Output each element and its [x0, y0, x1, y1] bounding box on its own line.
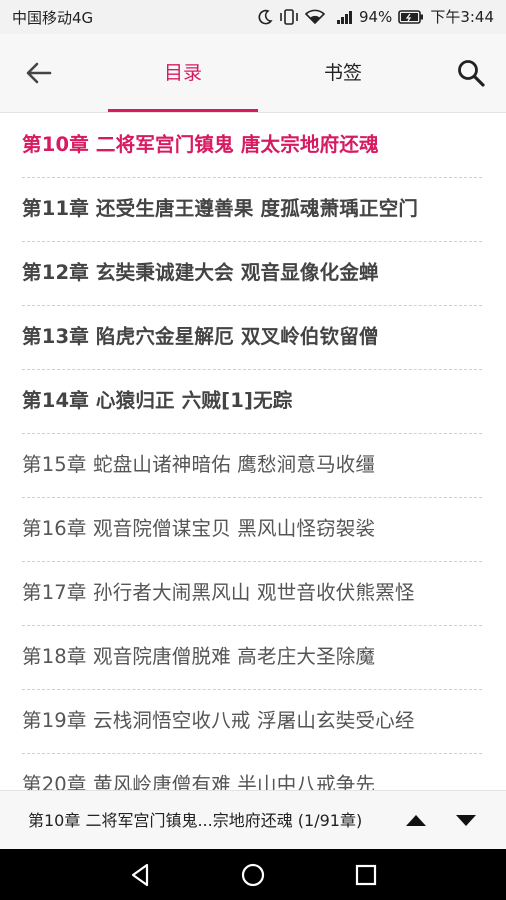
- chapter-item[interactable]: 第19章 云栈洞悟空收八戒 浮屠山玄奘受心经: [22, 689, 482, 754]
- chapter-item[interactable]: 第10章 二将军宫门镇鬼 唐太宗地府还魂: [22, 113, 482, 178]
- system-nav-bar: [0, 849, 506, 900]
- chapter-item[interactable]: 第11章 还受生唐王遵善果 度孤魂萧瑀正空门: [22, 177, 482, 242]
- moon-icon: [258, 9, 273, 24]
- tab-catalog[interactable]: 目录: [108, 34, 258, 112]
- chapter-title: 第12章 玄奘秉诚建大会 观音显像化金蝉: [22, 261, 379, 284]
- current-chapter-progress: 第10章 二将军宫门镇鬼...宗地府还魂 (1/91章): [28, 811, 363, 830]
- chapter-title: 第10章 二将军宫门镇鬼 唐太宗地府还魂: [22, 133, 379, 156]
- clock: 下午3:44: [430, 8, 494, 26]
- chapter-item[interactable]: 第14章 心猿归正 六贼[1]无踪: [22, 369, 482, 434]
- chapter-item[interactable]: 第17章 孙行者大闹黑风山 观世音收伏熊罴怪: [22, 561, 482, 626]
- chapter-item[interactable]: 第18章 观音院唐僧脱难 高老庄大圣除魔: [22, 625, 482, 690]
- triangle-up-icon[interactable]: [402, 808, 430, 832]
- nav-back-icon[interactable]: [126, 861, 154, 889]
- chapter-list[interactable]: 第10章 二将军宫门镇鬼 唐太宗地府还魂 第11章 还受生唐王遵善果 度孤魂萧瑀…: [0, 113, 506, 790]
- tab-bookmarks-label: 书签: [323, 62, 362, 84]
- wifi-icon: [304, 9, 325, 24]
- status-bar: 中国移动4G 94% 下午3:44: [0, 0, 506, 34]
- chapter-title: 第16章 观音院僧谋宝贝 黑风山怪窃袈裟: [22, 517, 376, 540]
- chapter-item[interactable]: 第13章 陷虎穴金星解厄 双叉岭伯钦留僧: [22, 305, 482, 370]
- search-icon[interactable]: [454, 56, 488, 90]
- chapter-title: 第18章 观音院唐僧脱难 高老庄大圣除魔: [22, 645, 376, 668]
- chapter-item[interactable]: 第12章 玄奘秉诚建大会 观音显像化金蝉: [22, 241, 482, 306]
- nav-home-icon[interactable]: [239, 861, 267, 889]
- battery-percent: 94%: [358, 7, 393, 26]
- tab-bookmarks[interactable]: 书签: [268, 34, 418, 112]
- reading-progress-bar: 第10章 二将军宫门镇鬼...宗地府还魂 (1/91章): [0, 790, 506, 850]
- nav-recent-icon[interactable]: [352, 861, 380, 889]
- chapter-item[interactable]: 第15章 蛇盘山诸神暗佑 鹰愁涧意马收缰: [22, 433, 482, 498]
- signal-icon: [336, 10, 352, 24]
- chapter-title: 第19章 云栈洞悟空收八戒 浮屠山玄奘受心经: [22, 709, 415, 732]
- chapter-title: 第14章 心猿归正 六贼[1]无踪: [22, 389, 293, 412]
- battery-icon: [398, 9, 424, 24]
- chapter-item[interactable]: 第16章 观音院僧谋宝贝 黑风山怪窃袈裟: [22, 497, 482, 562]
- chapter-item[interactable]: 第20章 黄风岭唐僧有难 半山中八戒争先: [22, 753, 482, 790]
- triangle-down-icon[interactable]: [452, 808, 480, 832]
- chapter-title: 第15章 蛇盘山诸神暗佑 鹰愁涧意马收缰: [22, 453, 376, 476]
- chapter-title: 第13章 陷虎穴金星解厄 双叉岭伯钦留僧: [22, 325, 379, 348]
- tab-indicator: [108, 109, 258, 112]
- carrier-label: 中国移动4G: [12, 9, 94, 27]
- chapter-title: 第17章 孙行者大闹黑风山 观世音收伏熊罴怪: [22, 581, 415, 604]
- arrow-left-icon[interactable]: [22, 56, 56, 90]
- app-bar: 目录 书签: [0, 34, 506, 113]
- tab-catalog-label: 目录: [163, 62, 202, 84]
- chapter-title: 第20章 黄风岭唐僧有难 半山中八戒争先: [22, 773, 376, 790]
- vibrate-icon: [280, 8, 298, 25]
- chapter-title: 第11章 还受生唐王遵善果 度孤魂萧瑀正空门: [22, 197, 419, 220]
